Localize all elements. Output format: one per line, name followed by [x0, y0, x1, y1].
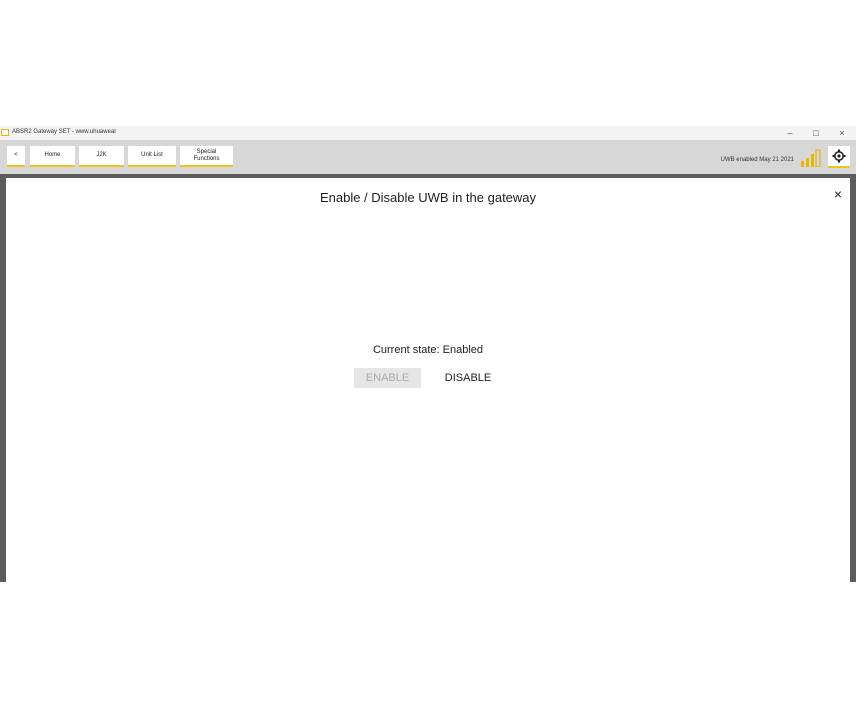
toolbar: < Home J2K Unit List Special Functions U…: [0, 140, 856, 174]
j2k-button[interactable]: J2K: [79, 146, 124, 167]
minimize-button[interactable]: –: [782, 127, 798, 139]
app-window: ABSR2 Gateway SET - www.uhuawear – □ × <…: [0, 126, 856, 582]
window-title: ABSR2 Gateway SET - www.uhuawear: [12, 129, 117, 135]
disable-button[interactable]: DISABLE: [432, 368, 504, 388]
home-button[interactable]: Home: [30, 146, 75, 167]
back-button[interactable]: <: [7, 146, 25, 167]
enable-button[interactable]: ENABLE: [354, 368, 421, 388]
uwb-dialog: Enable / Disable UWB in the gateway × Cu…: [6, 178, 850, 582]
title-bar: ABSR2 Gateway SET - www.uhuawear – □ ×: [0, 126, 856, 140]
maximize-button[interactable]: □: [808, 127, 824, 139]
app-icon: [1, 129, 9, 136]
window-close-button[interactable]: ×: [834, 127, 850, 139]
status-text: UWB enabled May 21 2021: [720, 157, 794, 163]
dialog-title: Enable / Disable UWB in the gateway: [319, 190, 537, 205]
unit-list-button[interactable]: Unit List: [128, 146, 176, 167]
dialog-backdrop: Enable / Disable UWB in the gateway × Cu…: [0, 174, 856, 582]
signal-bars-icon: [801, 149, 821, 167]
settings-button[interactable]: [828, 146, 850, 168]
current-state-text: Current state: Enabled: [372, 344, 484, 356]
gear-icon: [832, 149, 846, 163]
special-functions-button[interactable]: Special Functions: [180, 146, 233, 167]
dialog-close-button[interactable]: ×: [830, 186, 846, 202]
